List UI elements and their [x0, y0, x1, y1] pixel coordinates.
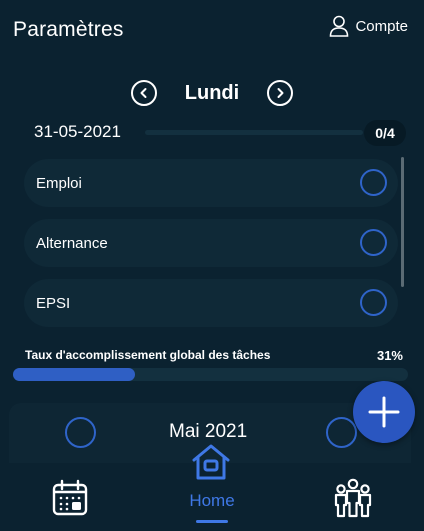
- plus-icon: [368, 396, 400, 428]
- calendar-month: Mai 2021: [169, 421, 248, 442]
- task-item[interactable]: EPSI: [24, 279, 398, 327]
- previous-month-button[interactable]: [65, 417, 96, 448]
- chevron-right-icon: [277, 88, 284, 98]
- next-day-button[interactable]: [267, 80, 294, 106]
- previous-day-button[interactable]: [130, 80, 157, 106]
- task-label: Alternance: [36, 234, 108, 252]
- global-progress-percent: 31%: [376, 348, 403, 363]
- task-count-badge: 0/4: [364, 120, 406, 146]
- active-tab-indicator: [196, 520, 228, 523]
- next-month-button[interactable]: [326, 417, 357, 448]
- add-task-button[interactable]: [353, 381, 415, 443]
- task-item[interactable]: Alternance: [24, 219, 398, 267]
- global-progress-fill: [13, 368, 136, 381]
- day-label: Lundi: [184, 81, 240, 104]
- home-icon[interactable]: [190, 441, 232, 483]
- day-progress-track: [145, 130, 363, 135]
- selected-date: 31-05-2021: [34, 122, 121, 141]
- global-progress-label: Taux d'accomplissement global des tâches: [25, 348, 271, 362]
- user-icon: [330, 15, 349, 37]
- day-navigator: Lundi: [0, 80, 424, 106]
- global-progress-bar: [13, 368, 408, 381]
- task-label: EPSI: [36, 294, 71, 312]
- account-label: Compte: [355, 17, 408, 35]
- task-checkbox[interactable]: [360, 169, 387, 196]
- task-checkbox[interactable]: [360, 229, 387, 256]
- task-label: Emploi: [36, 174, 82, 192]
- task-checkbox[interactable]: [360, 289, 387, 316]
- account-button[interactable]: Compte: [329, 15, 408, 37]
- task-list-scrollbar[interactable]: [401, 157, 404, 287]
- people-icon[interactable]: [332, 477, 374, 519]
- chevron-left-icon: [140, 88, 147, 98]
- task-item[interactable]: Emploi: [24, 159, 398, 207]
- page-title: Paramètres: [13, 18, 124, 41]
